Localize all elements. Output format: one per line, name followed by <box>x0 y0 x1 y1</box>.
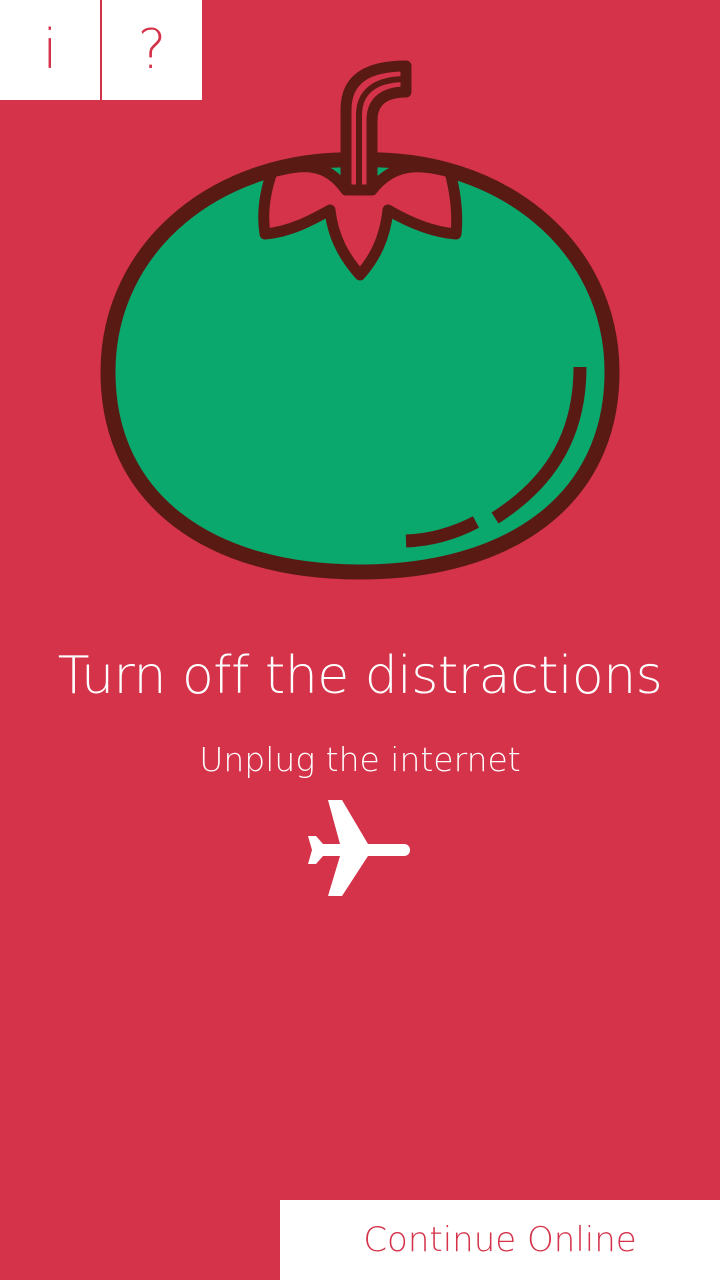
headline: Turn off the distractions <box>57 646 663 706</box>
continue-online-button[interactable]: Continue Online <box>280 1200 720 1280</box>
tomato-icon <box>100 60 620 580</box>
subheadline: Unplug the internet <box>199 740 521 779</box>
airplane-icon <box>308 800 410 896</box>
